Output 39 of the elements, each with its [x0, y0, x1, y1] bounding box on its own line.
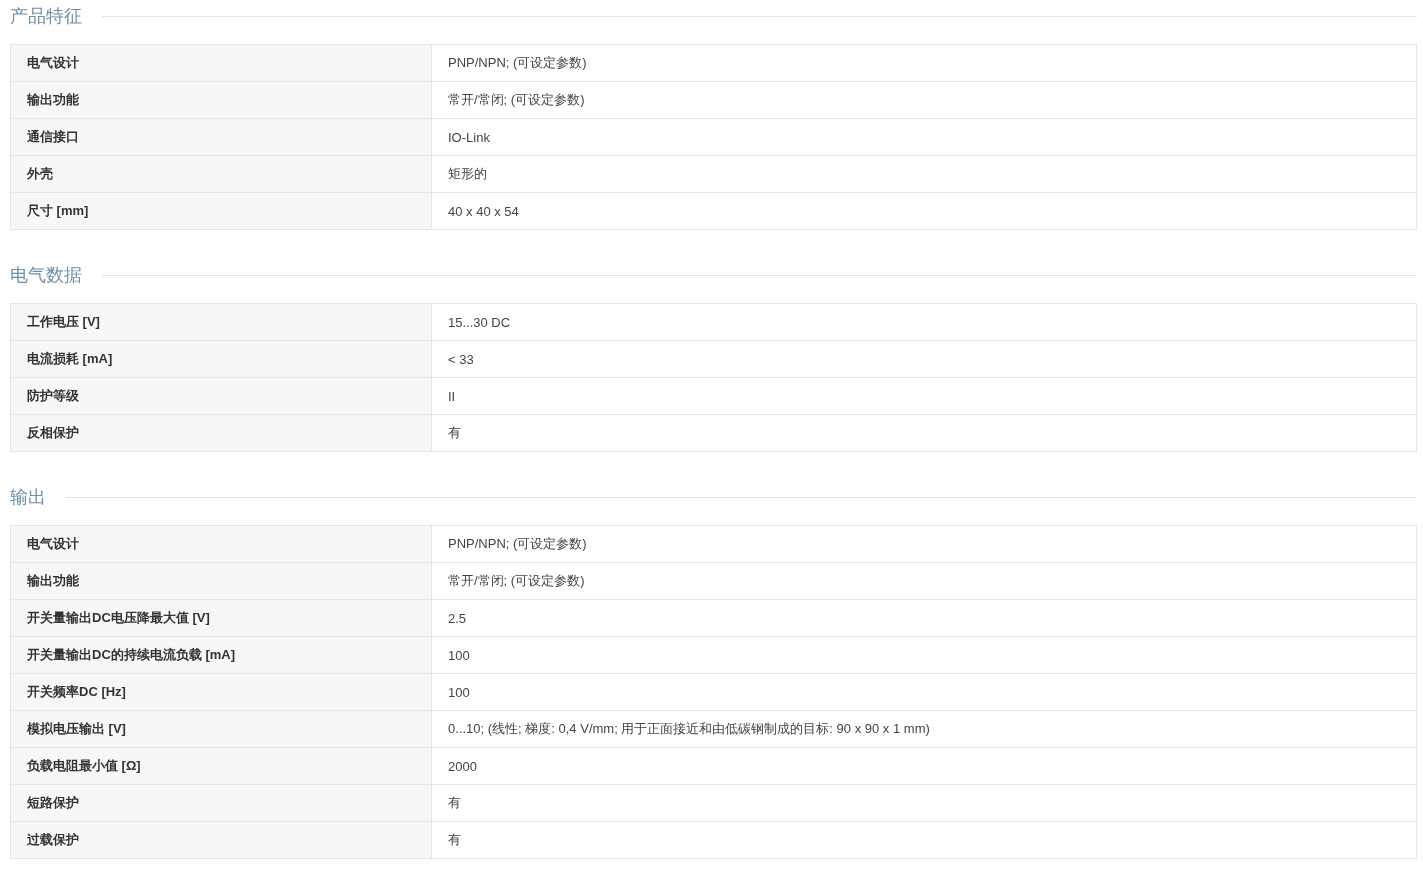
label-cell: 输出功能 [11, 82, 432, 118]
label-cell: 短路保护 [11, 785, 432, 821]
section-title: 电气数据 [10, 264, 82, 287]
value-cell-text: PNP/NPN; (可设定参数) [447, 54, 588, 72]
label-cell: 开关量输出DC的持续电流负载 [mA] [11, 637, 432, 673]
label-cell: 电流损耗 [mA] [11, 341, 432, 377]
value-cell-text: < 33 [447, 350, 475, 369]
label-cell: 电气设计 [11, 45, 432, 81]
value-cell-text: 2000 [447, 757, 478, 776]
section-title: 产品特征 [10, 5, 82, 28]
value-cell-text: 有 [447, 424, 462, 442]
value-cell-text: II [447, 387, 457, 406]
label-cell: 反相保护 [11, 415, 432, 451]
value-cell-text: 100 [447, 646, 471, 665]
section-title: 输出 [10, 486, 46, 509]
value-cell-text: 有 [447, 831, 462, 849]
label-cell: 外壳 [11, 156, 432, 192]
label-cell: 负载电阻最小值 [Ω] [11, 748, 432, 784]
label-cell: 输出功能 [11, 563, 432, 599]
value-cell-text: 0...10; (线性; 梯度: 0,4 V/mm; 用于正面接近和由低碳钢制成的目标: 90 x 90 x 1 mm) [447, 720, 931, 738]
label-cell: 电气设计 [11, 526, 432, 562]
value-cell-text: 100 [447, 683, 471, 702]
label-cell: 开关频率DC [Hz] [11, 674, 432, 710]
label-cell: 模拟电压输出 [V] [11, 711, 432, 747]
value-cell-text: 15...30 DC [447, 313, 512, 332]
value-cell-text: 有 [447, 794, 462, 812]
value-cell-text: 常开/常闭; (可设定参数) [447, 91, 586, 109]
label-cell: 通信接口 [11, 119, 432, 155]
value-cell-text: 矩形的 [447, 165, 488, 183]
label-cell: 工作电压 [V] [11, 304, 432, 340]
value-cell-text: IO-Link [447, 128, 491, 147]
value-cell-text: 40 x 40 x 54 [447, 202, 520, 221]
label-cell: 过载保护 [11, 822, 432, 858]
value-cell-text: 常开/常闭; (可设定参数) [447, 572, 586, 590]
value-cell-text: 2.5 [447, 609, 468, 628]
label-cell: 尺寸 [mm] [11, 193, 432, 229]
label-cell: 防护等级 [11, 378, 432, 414]
value-cell-text: PNP/NPN; (可设定参数) [447, 535, 588, 553]
label-cell: 开关量输出DC电压降最大值 [V] [11, 600, 432, 636]
